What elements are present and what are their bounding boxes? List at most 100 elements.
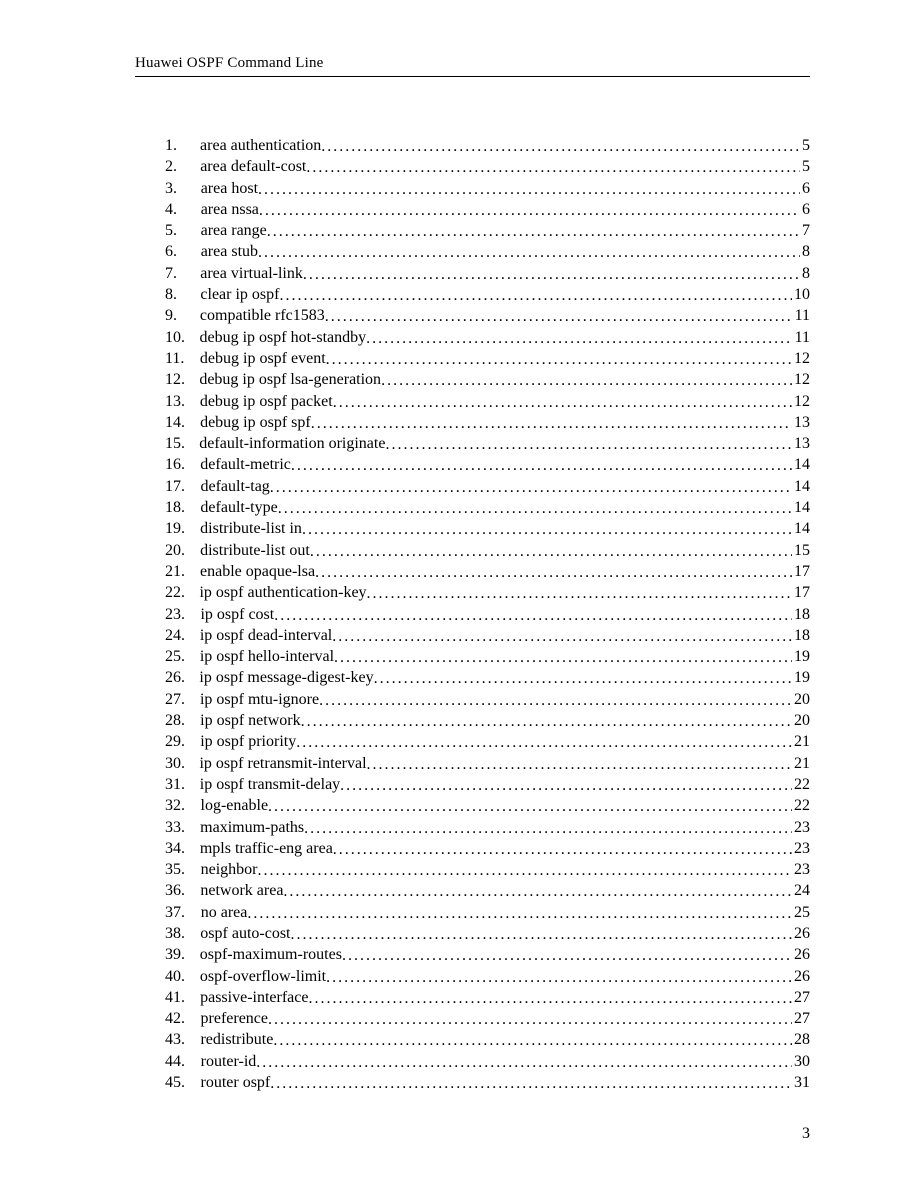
toc-entry-page: 20: [792, 689, 810, 710]
toc-entry-title: default-metric: [200, 454, 291, 475]
toc-entry: 28.ip ospf network20: [165, 710, 810, 731]
toc-entry-page: 25: [792, 902, 810, 923]
toc-entry-number: 5.: [165, 220, 195, 241]
toc-entry-number: 28.: [165, 710, 195, 731]
toc-entry-page: 21: [792, 753, 810, 774]
toc-entry-title: passive-interface: [200, 987, 308, 1008]
toc-entry-page: 22: [792, 774, 810, 795]
toc-entry: 41.passive-interface27: [165, 987, 810, 1008]
toc-entry-page: 12: [792, 391, 810, 412]
toc-entry: 19.distribute-list in14: [165, 518, 810, 539]
toc-entry: 43.redistribute28: [165, 1029, 810, 1050]
toc-entry-title: distribute-list out: [200, 540, 310, 561]
toc-entry-number: 8.: [165, 284, 195, 305]
toc-entry-number: 44.: [165, 1051, 195, 1072]
toc-entry-leader: [367, 754, 792, 775]
toc-entry: 27.ip ospf mtu-ignore 20: [165, 689, 810, 710]
toc-entry-leader: [306, 157, 800, 178]
toc-entry: 33.maximum-paths23: [165, 817, 810, 838]
toc-entry-page: 11: [793, 327, 810, 348]
toc-entry-number: 10.: [165, 327, 195, 348]
table-of-contents: 1.area authentication52.area default-cos…: [135, 135, 810, 1093]
toc-entry-title: debug ip ospf spf: [200, 412, 311, 433]
toc-entry-title: ip ospf mtu-ignore: [200, 689, 319, 710]
toc-entry-number: 25.: [165, 646, 195, 667]
toc-entry-number: 20.: [165, 540, 195, 561]
toc-entry-title: debug ip ospf packet: [200, 391, 333, 412]
toc-entry-number: 40.: [165, 966, 195, 987]
toc-entry-page: 5: [800, 156, 810, 177]
toc-entry-title: area default-cost: [200, 156, 306, 177]
toc-entry-title: ip ospf network: [200, 710, 300, 731]
toc-entry: 5.area range7: [165, 220, 810, 241]
toc-entry-leader: [278, 498, 792, 519]
toc-entry-number: 2.: [165, 156, 195, 177]
toc-entry: 40.ospf-overflow-limit26: [165, 966, 810, 987]
toc-entry-page: 22: [792, 795, 810, 816]
toc-entry-number: 27.: [165, 689, 195, 710]
toc-entry: 35.neighbor23: [165, 859, 810, 880]
toc-entry-page: 26: [792, 923, 810, 944]
toc-entry-title: area stub: [201, 241, 258, 262]
toc-entry-leader: [273, 1030, 792, 1051]
toc-entry: 13.debug ip ospf packet 12: [165, 391, 810, 412]
toc-entry-number: 24.: [165, 625, 195, 646]
toc-entry-page: 15: [792, 540, 810, 561]
toc-entry-page: 18: [792, 604, 810, 625]
toc-entry-page: 26: [792, 966, 810, 987]
toc-entry: 29.ip ospf priority21: [165, 731, 810, 752]
toc-entry-leader: [315, 562, 792, 583]
toc-entry-leader: [258, 860, 793, 881]
toc-entry-number: 17.: [165, 476, 195, 497]
toc-entry-leader: [366, 328, 792, 349]
toc-entry-leader: [385, 434, 792, 455]
toc-entry-title: neighbor: [201, 859, 258, 880]
toc-entry-page: 7: [800, 220, 810, 241]
toc-entry: 14.debug ip ospf spf13: [165, 412, 810, 433]
toc-entry-title: ip ospf authentication-key: [199, 582, 366, 603]
toc-entry-page: 10: [792, 284, 810, 305]
toc-entry-leader: [258, 242, 800, 263]
toc-entry-number: 26.: [165, 667, 195, 688]
toc-entry-page: 21: [792, 731, 810, 752]
toc-entry-leader: [267, 221, 800, 242]
toc-entry: 24.ip ospf dead-interval18: [165, 625, 810, 646]
toc-entry-page: 17: [792, 582, 810, 603]
toc-entry-number: 23.: [165, 604, 195, 625]
toc-entry-leader: [247, 903, 792, 924]
toc-entry-leader: [291, 455, 792, 476]
toc-entry: 31.ip ospf transmit-delay22: [165, 774, 810, 795]
toc-entry-number: 36.: [165, 880, 195, 901]
toc-entry-title: area authentication: [200, 135, 321, 156]
toc-entry-title: preference: [201, 1008, 269, 1029]
toc-entry-page: 28: [792, 1029, 810, 1050]
toc-entry: 3.area host6: [165, 178, 810, 199]
toc-entry: 7.area virtual-link8: [165, 263, 810, 284]
toc-entry-number: 38.: [165, 923, 195, 944]
toc-entry-leader: [374, 668, 792, 689]
toc-entry-title: debug ip ospf hot-standby: [199, 327, 366, 348]
toc-entry-page: 6: [800, 199, 810, 220]
toc-entry-page: 12: [792, 348, 810, 369]
toc-entry-leader: [290, 924, 792, 945]
toc-entry-number: 19.: [165, 518, 195, 539]
toc-entry-leader: [304, 818, 792, 839]
document-page: Huawei OSPF Command Line 1.area authenti…: [0, 0, 920, 1191]
toc-entry-page: 14: [792, 454, 810, 475]
toc-entry: 15.default-information originate13: [165, 433, 810, 454]
toc-entry-page: 23: [792, 838, 810, 859]
toc-entry-number: 13.: [165, 391, 195, 412]
toc-entry: 39.ospf-maximum-routes26: [165, 944, 810, 965]
toc-entry-leader: [325, 306, 793, 327]
toc-entry-page: 27: [792, 1008, 810, 1029]
toc-entry-title: debug ip ospf event: [200, 348, 326, 369]
toc-entry-leader: [333, 839, 792, 860]
toc-entry: 16.default-metric14: [165, 454, 810, 475]
toc-entry: 26.ip ospf message-digest-key19: [165, 667, 810, 688]
toc-entry-leader: [326, 967, 792, 988]
toc-entry-title: ip ospf hello-interval: [200, 646, 334, 667]
toc-entry-number: 7.: [165, 263, 195, 284]
toc-entry: 38.ospf auto-cost26: [165, 923, 810, 944]
toc-entry-number: 21.: [165, 561, 195, 582]
toc-entry-leader: [303, 264, 800, 285]
